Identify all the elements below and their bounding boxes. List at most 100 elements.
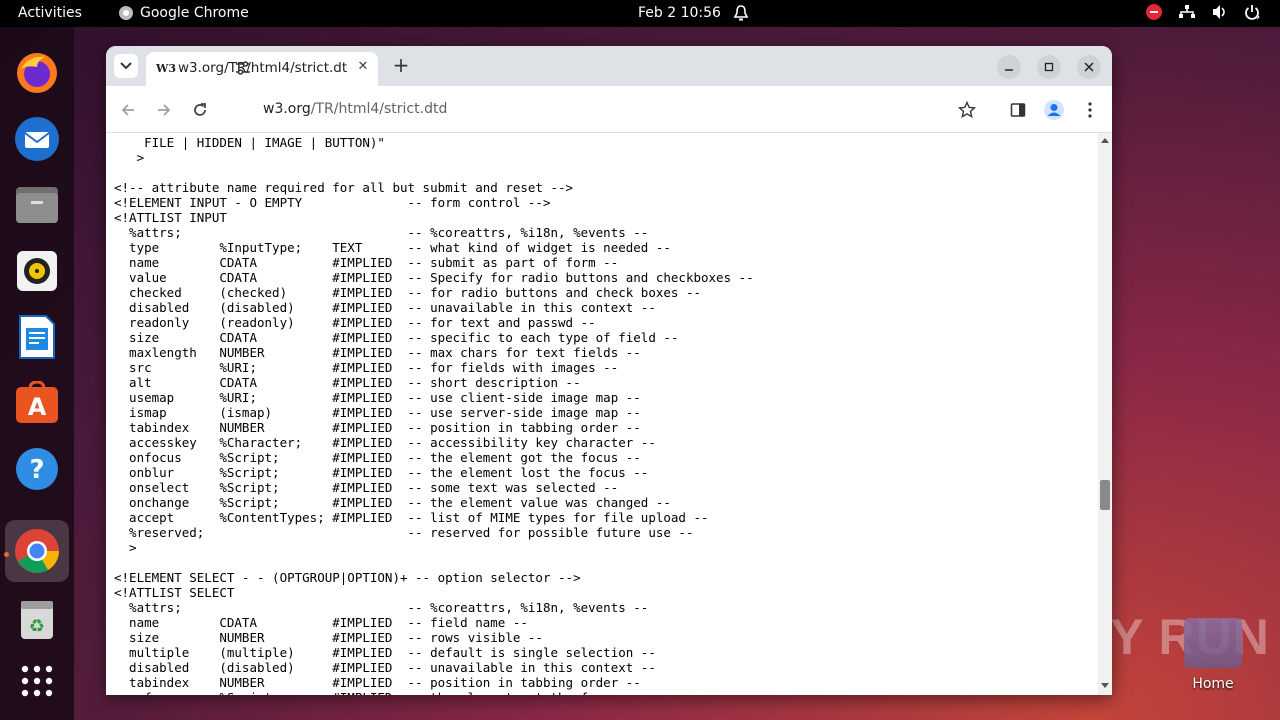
code-line: usemap %URI; #IMPLIED -- use client-side… [114,390,641,405]
code-line: size NUMBER #IMPLIED -- rows visible -- [114,630,543,645]
code-line: ismap (ismap) #IMPLIED -- use server-sid… [114,405,641,420]
chevron-down-icon [120,62,132,70]
toolbar [106,86,1112,133]
help-icon[interactable]: ? [13,445,61,493]
avatar-icon [1044,100,1064,120]
close-window-button[interactable] [1077,55,1101,79]
code-line: <!ELEMENT INPUT - O EMPTY -- form contro… [114,195,551,210]
back-button[interactable] [116,98,140,122]
tab-strip: W3 w3.org/TR/html4/strict.dtd ✕ + [106,46,1112,86]
url-host: w3.org [263,101,311,117]
running-indicator [4,552,9,557]
app-menu[interactable]: Google Chrome [118,5,249,21]
rhythmbox-icon[interactable] [13,247,61,295]
clock[interactable]: Feb 2 10:56 [638,5,721,21]
code-line: onchange %Script; #IMPLIED -- the elemen… [114,495,671,510]
minimize-icon [1005,69,1013,71]
code-line: size CDATA #IMPLIED -- specific to each … [114,330,679,345]
code-line: type %InputType; TEXT -- what kind of wi… [114,240,671,255]
code-line: onfocus %Script; #IMPLIED -- the element… [114,450,641,465]
code-line: tabindex NUMBER #IMPLIED -- position in … [114,420,641,435]
code-line: name CDATA #IMPLIED -- submit as part of… [114,255,619,270]
scroll-up-arrow[interactable] [1101,138,1109,143]
code-line: %reserved; -- reserved for possible futu… [114,525,694,540]
reload-button[interactable] [188,98,212,122]
dtd-source-text: FILE | HIDDEN | IMAGE | BUTTON)" > <!-- a… [114,135,754,695]
forward-button[interactable] [152,98,176,122]
reload-icon [194,103,206,116]
code-line: checked (checked) #IMPLIED -- for radio … [114,285,701,300]
files-icon[interactable] [13,181,61,229]
scroll-down-arrow[interactable] [1101,683,1109,688]
folder-icon [1184,618,1242,668]
menu-button[interactable] [1078,98,1102,122]
maximize-icon [1044,62,1054,72]
code-line: alt CDATA #IMPLIED -- short description … [114,375,581,390]
do-not-disturb-icon [1146,4,1162,20]
volume-icon [1213,5,1225,19]
code-line: accesskey %Character; #IMPLIED -- access… [114,435,656,450]
scrollbar-thumb[interactable] [1100,480,1110,510]
side-panel-button[interactable] [1006,98,1030,122]
url-text[interactable]: w3.org/TR/html4/strict.dtd [263,101,447,117]
browser-window: W3 w3.org/TR/html4/strict.dtd ✕ + w3.org… [106,46,1112,695]
trash-icon[interactable]: ♻ [13,595,61,643]
scrollbar[interactable] [1098,133,1112,695]
code-line: <!ATTLIST SELECT [114,585,235,600]
app-name: Google Chrome [140,5,249,21]
tab-search-button[interactable] [114,54,138,78]
dock: A ? ♻ [0,27,74,720]
code-line: <!-- attribute name required for all but… [114,180,574,195]
code-line: name CDATA #IMPLIED -- field name -- [114,615,528,630]
tab-title: w3.org/TR/html4/strict.dtd [178,60,348,76]
code-line: onblur %Script; #IMPLIED -- the element … [114,465,649,480]
code-line: > [114,540,137,555]
code-line: maxlength NUMBER #IMPLIED -- max chars f… [114,345,641,360]
code-line: %attrs; -- %coreattrs, %i18n, %events -- [114,600,649,615]
code-line: > [114,150,145,165]
svg-text:A: A [28,393,47,421]
code-line: readonly (readonly) #IMPLIED -- for text… [114,315,596,330]
star-icon [958,101,976,119]
activities-button[interactable]: Activities [18,5,82,21]
chrome-small-icon [119,6,133,20]
thunderbird-icon[interactable] [13,115,61,163]
power-icon [1245,5,1260,20]
site-info-icon[interactable] [234,59,254,79]
bell-icon [733,4,749,26]
appcenter-icon[interactable]: A [13,379,61,427]
system-tray[interactable] [1146,4,1260,20]
kebab-menu-icon [1088,102,1092,118]
home-folder[interactable]: Home [1180,618,1246,692]
url-path: /TR/html4/strict.dtd [310,101,448,117]
tab-close-icon[interactable]: ✕ [354,58,372,76]
minimize-button[interactable] [997,55,1021,79]
code-line: disabled (disabled) #IMPLIED -- unavaila… [114,660,656,675]
writer-icon[interactable] [13,313,61,361]
new-tab-button[interactable]: + [389,54,413,78]
code-line: <!ELEMENT SELECT - - (OPTGROUP|OPTION)+ … [114,570,581,585]
profile-button[interactable] [1042,98,1066,122]
network-icon [1179,5,1195,18]
chrome-icon[interactable] [13,527,61,575]
side-panel-icon [1010,103,1026,117]
bookmark-button[interactable] [955,98,979,122]
code-line: disabled (disabled) #IMPLIED -- unavaila… [114,300,656,315]
back-arrow-icon [121,104,134,116]
forward-arrow-icon [158,104,171,116]
code-line: onfocus %Script; #IMPLIED -- the element… [114,690,754,695]
maximize-button[interactable] [1037,55,1061,79]
code-line: tabindex NUMBER #IMPLIED -- position in … [114,675,641,690]
apps-grid-icon[interactable] [13,657,61,705]
code-line: multiple (multiple) #IMPLIED -- default … [114,645,656,660]
firefox-icon[interactable] [13,49,61,97]
code-line: value CDATA #IMPLIED -- Specify for radi… [114,270,754,285]
svg-text:?: ? [29,455,44,485]
code-line: onselect %Script; #IMPLIED -- some text … [114,480,619,495]
home-label: Home [1192,676,1234,692]
tab-active[interactable]: W3 w3.org/TR/html4/strict.dtd ✕ [146,52,378,86]
page-content[interactable]: FILE | HIDDEN | IMAGE | BUTTON)" > <!-- a… [106,133,1098,695]
svg-text:♻: ♻ [29,616,45,637]
